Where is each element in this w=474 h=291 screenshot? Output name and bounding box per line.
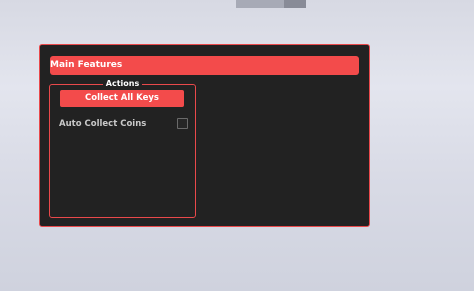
auto-collect-coins-label: Auto Collect Coins [59, 119, 147, 129]
actions-group-title: Actions [102, 79, 143, 88]
auto-collect-coins-checkbox[interactable] [177, 118, 188, 129]
window-title-bar[interactable]: Main Features [50, 56, 359, 75]
collect-all-keys-button[interactable]: Collect All Keys [60, 90, 184, 107]
actions-group: Actions Collect All Keys Auto Collect Co… [49, 79, 196, 218]
window-title: Main Features [50, 60, 123, 70]
background-scene-object [236, 0, 306, 8]
actions-group-title-wrapper: Actions [50, 78, 195, 90]
auto-collect-coins-toggle-row[interactable]: Auto Collect Coins [59, 117, 188, 131]
main-features-window: Main Features Actions Collect All Keys A… [39, 44, 370, 227]
